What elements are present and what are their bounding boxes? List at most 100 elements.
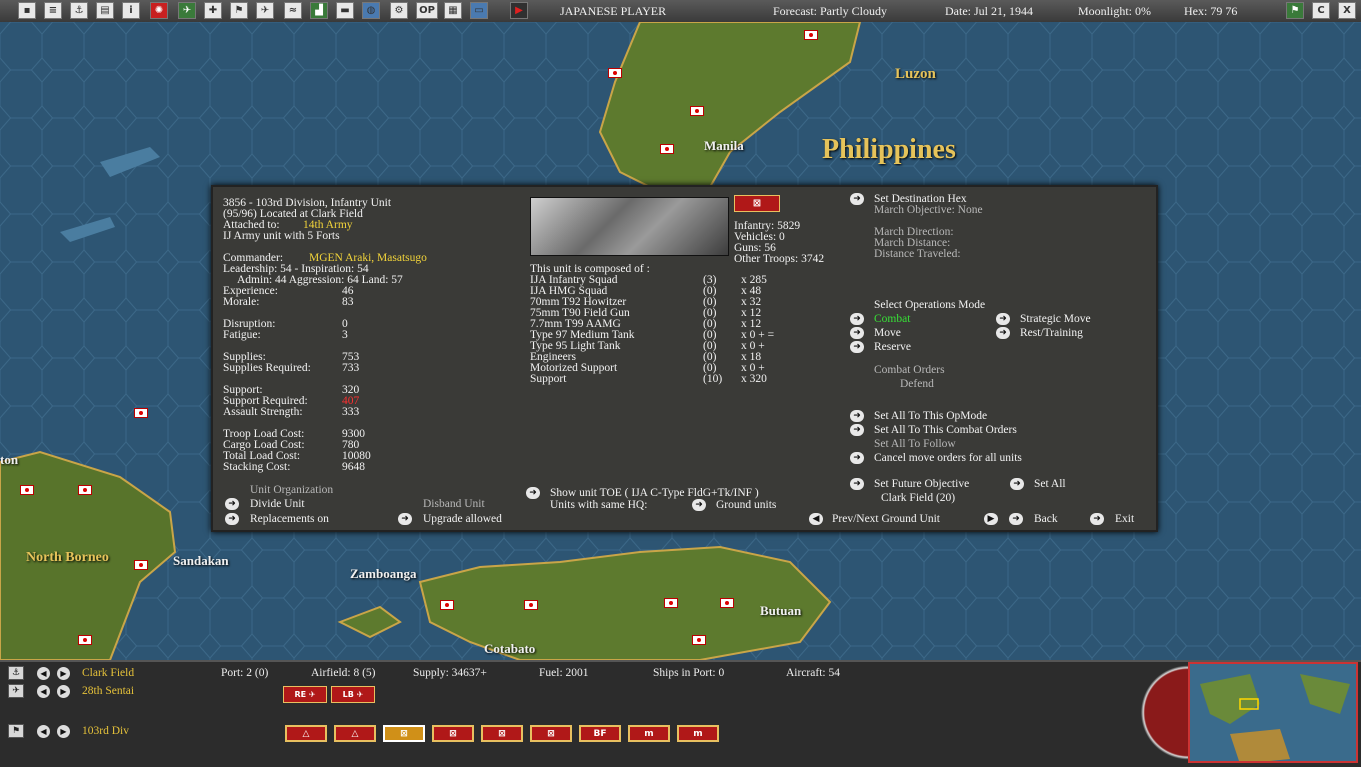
plane-icon[interactable]: ✈ (256, 2, 274, 19)
prev-icon[interactable]: ◀ (37, 725, 50, 738)
unit-marker[interactable] (134, 408, 148, 418)
arrow-right-icon[interactable]: ➜ (850, 341, 864, 353)
unit-marker[interactable] (664, 598, 678, 608)
exit-button[interactable]: Exit (1115, 513, 1134, 526)
unit-marker[interactable] (692, 635, 706, 645)
unit-marker[interactable] (524, 600, 538, 610)
ground-unit-icon[interactable]: △ (285, 725, 327, 742)
c-button[interactable]: C (1312, 2, 1330, 19)
close-button[interactable]: X (1338, 2, 1356, 19)
set-all-follow-button[interactable]: Set All To Follow (874, 438, 956, 451)
arrow-right-icon[interactable]: ➜ (850, 478, 864, 490)
city-partial[interactable]: ton (0, 452, 18, 468)
set-all-button[interactable]: Set All (1034, 478, 1066, 491)
air-unit-recon-icon[interactable]: RE ✈ (283, 686, 327, 703)
replacements-toggle[interactable]: Replacements on (250, 513, 329, 526)
arrow-right-icon[interactable]: ➜ (692, 499, 706, 511)
combat-order-defend[interactable]: Defend (900, 378, 934, 391)
chart-icon[interactable]: ≈ (284, 2, 302, 19)
ground-icon[interactable]: ▬ (336, 2, 354, 19)
ground-unit-icon-selected[interactable]: ⊠ (383, 725, 425, 742)
unit-marker[interactable] (804, 30, 818, 40)
arrow-right-icon[interactable]: ➜ (850, 452, 864, 464)
arrow-right-icon[interactable]: ➜ (850, 313, 864, 325)
ground-unit-icon[interactable]: BF (579, 725, 621, 742)
arrow-right-icon[interactable]: ➜ (850, 410, 864, 422)
city-cotabato[interactable]: Cotabato (484, 641, 535, 657)
play-icon[interactable]: ▶ (510, 2, 528, 19)
unit-marker[interactable] (134, 560, 148, 570)
cancel-move-button[interactable]: Cancel move orders for all units (874, 452, 1022, 465)
unit-marker[interactable] (78, 635, 92, 645)
ground-unit-icon[interactable]: ⊠ (432, 725, 474, 742)
arrow-right-icon[interactable]: ➜ (225, 498, 239, 510)
mode-reserve[interactable]: Reserve (874, 341, 911, 354)
aircraft-icon[interactable]: ✈ (178, 2, 196, 19)
divide-unit-button[interactable]: Divide Unit (250, 498, 305, 511)
next-icon[interactable]: ▶ (57, 667, 70, 680)
city-butuan[interactable]: Butuan (760, 603, 801, 619)
ground-unit-icon[interactable]: ⊠ (481, 725, 523, 742)
anchor-icon[interactable]: ⚓ (8, 666, 24, 680)
arrow-left-icon[interactable]: ◀ (809, 513, 823, 525)
op-button[interactable]: OP (416, 2, 438, 19)
ground-unit-icon[interactable]: △ (334, 725, 376, 742)
flag-icon[interactable]: ⚑ (8, 724, 24, 738)
prev-icon[interactable]: ◀ (37, 667, 50, 680)
arrow-right-icon[interactable]: ➜ (1010, 478, 1024, 490)
ground-unit-icon[interactable]: ⊠ (530, 725, 572, 742)
settings-icon[interactable]: ⚙ (390, 2, 408, 19)
report-icon[interactable]: ▤ (96, 2, 114, 19)
japan-flag-icon[interactable]: ✺ (150, 2, 168, 19)
list-icon[interactable]: ≡ (44, 2, 62, 19)
ground-units-button[interactable]: Ground units (716, 499, 776, 512)
arrow-right-icon[interactable]: ➜ (850, 424, 864, 436)
mode-rest[interactable]: Rest/Training (1020, 327, 1083, 340)
ground-unit-name[interactable]: 103rd Div (82, 725, 129, 737)
airplane-icon[interactable]: ✈ (8, 684, 24, 698)
city-sandakan[interactable]: Sandakan (173, 553, 229, 569)
arrow-right-icon[interactable]: ➜ (1090, 513, 1104, 525)
arrow-right-icon[interactable]: ➜ (398, 513, 412, 525)
unit-marker[interactable] (690, 106, 704, 116)
set-all-opmode-button[interactable]: Set All To This OpMode (874, 410, 987, 423)
map-icon[interactable]: ▪ (18, 2, 36, 19)
mode-move[interactable]: Move (874, 327, 901, 340)
flag-icon[interactable]: ⚑ (230, 2, 248, 19)
document-icon[interactable]: ▦ (444, 2, 462, 19)
arrow-right-icon[interactable]: ➜ (526, 487, 540, 499)
arrow-right-icon[interactable]: ➜ (996, 327, 1010, 339)
next-icon[interactable]: ▶ (57, 685, 70, 698)
arrow-right-icon[interactable]: ➜ (850, 193, 864, 205)
arrow-right-icon[interactable]: ➜ (850, 327, 864, 339)
arrow-right-icon[interactable]: ▶ (984, 513, 998, 525)
disband-unit-button[interactable]: Disband Unit (423, 498, 485, 511)
ground-unit-icon[interactable]: m (677, 725, 719, 742)
globe-dial-icon[interactable] (1128, 662, 1188, 763)
unit-marker[interactable] (608, 68, 622, 78)
terrain-icon[interactable]: ▟ (310, 2, 328, 19)
unit-marker[interactable] (20, 485, 34, 495)
unit-marker[interactable] (720, 598, 734, 608)
unit-marker[interactable] (440, 600, 454, 610)
arrow-right-icon[interactable]: ➜ (996, 313, 1010, 325)
future-objective-button[interactable]: Set Future Objective (874, 478, 969, 491)
cross-icon[interactable]: ✚ (204, 2, 222, 19)
globe-icon[interactable]: ◍ (362, 2, 380, 19)
arrow-right-icon[interactable]: ➜ (225, 513, 239, 525)
air-unit-name[interactable]: 28th Sentai (82, 685, 134, 697)
ground-unit-icon[interactable]: m (628, 725, 670, 742)
ship-icon[interactable]: ⚓ (70, 2, 88, 19)
screen-icon[interactable]: ▭ (470, 2, 488, 19)
base-name[interactable]: Clark Field (82, 667, 134, 679)
minimap[interactable] (1188, 662, 1358, 763)
flag-toggle-icon[interactable]: ⚑ (1286, 2, 1304, 19)
next-icon[interactable]: ▶ (57, 725, 70, 738)
arrow-right-icon[interactable]: ➜ (1009, 513, 1023, 525)
unit-marker[interactable] (660, 144, 674, 154)
city-manila[interactable]: Manila (704, 138, 744, 154)
unit-marker[interactable] (78, 485, 92, 495)
upgrade-toggle[interactable]: Upgrade allowed (423, 513, 502, 526)
city-zamboanga[interactable]: Zamboanga (350, 566, 416, 582)
mode-combat[interactable]: Combat (874, 313, 910, 326)
